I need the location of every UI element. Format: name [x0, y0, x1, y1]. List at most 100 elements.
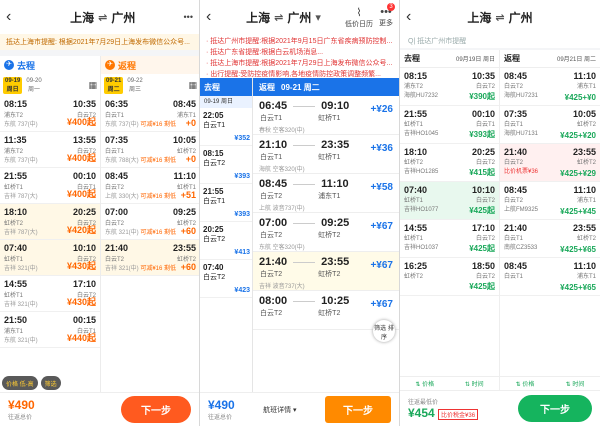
dep-time: 08:45 — [504, 185, 528, 195]
flight-info: 东航 空客320(中) — [259, 245, 305, 251]
outbound-flight-item[interactable]: 22:05 白云T1 ¥352 — [200, 108, 252, 146]
flight-price: ¥425+¥0 — [564, 93, 596, 102]
flight-row[interactable]: 21:40 23:55 白云T1 虹桥T2 南航CZ3533 ¥425+¥65 — [500, 220, 600, 258]
dep-airport: 白云T1 — [105, 149, 125, 155]
dep-time: 14:55 — [404, 223, 428, 233]
arr-airport: 白云T2 — [203, 160, 226, 167]
flight-row[interactable]: 11:35 13:55 浦东T2 白云T2 东航 737(中) ¥400起 — [0, 132, 100, 168]
flight-row[interactable]: 08:45 11:10 白云T1 浦东T1 ¥425+¥65 — [500, 258, 600, 296]
arr-time: 23:55 — [172, 243, 196, 253]
swap-icon[interactable]: ⇌ — [98, 11, 107, 24]
route-title[interactable]: 上海 ⇌ 广州 ▾ — [246, 9, 321, 26]
flight-airports: 虹桥T1 白云T2 — [404, 195, 495, 204]
flight-info: 春秋 空客320(中) — [259, 128, 305, 134]
return-date[interactable]: 09月21日 周二 — [557, 54, 596, 63]
sort-filter-button[interactable]: 筛选 排序 — [373, 320, 395, 342]
flight-row[interactable]: 08:45 11:10 白云T2 浦东T1 上航FM9325 ¥425+¥45 — [500, 182, 600, 220]
date-chip[interactable]: 09-22 周三 — [125, 77, 144, 94]
outbound-date[interactable]: 09月19日 周日 — [456, 54, 495, 63]
arr-time: 10:35 — [471, 71, 495, 81]
next-button[interactable]: 下一步 — [121, 396, 191, 423]
flight-row[interactable]: 18:10 20:25 虹桥T2 白云T2 吉祥HO1285 ¥415起 — [400, 144, 499, 182]
flight-row[interactable]: 21:40 23:55 白云T2 虹桥T2 比价机票¥36 ¥425+¥29 — [500, 144, 600, 182]
filter-button[interactable]: 筛选 — [40, 376, 61, 390]
outbound-flight-item[interactable]: 08:15 白云T2 ¥393 — [200, 146, 252, 184]
flight-row[interactable]: 21:40 23:55 白云T2 虹桥T2 吉祥 321(中) 可减¥16 剩低 +60 — [101, 240, 199, 276]
outbound-flight-item[interactable]: 21:55 白云T1 ¥393 — [200, 184, 252, 222]
sort-price-button[interactable]: 价格 低-高 — [2, 376, 38, 390]
dep-airport: 虹桥T2 — [4, 221, 24, 227]
sort-price-button[interactable]: ⇅ 价格 — [415, 379, 434, 388]
back-icon[interactable]: ‹ — [6, 8, 22, 26]
back-icon[interactable]: ‹ — [206, 8, 222, 26]
flight-row[interactable]: 07:35 10:05 白云T1 虹桥T2 海航HU7131 ¥425+¥20 — [500, 106, 600, 144]
more-icon[interactable]: ••• — [184, 12, 193, 22]
flight-row[interactable]: 14:55 17:10 虹桥T1 白云T2 吉祥 321(中) ¥430起 — [0, 276, 100, 312]
flight-row[interactable]: 21:55 00:10 虹桥T1 白云T1 吉祥 787(大) ¥400起 — [0, 168, 100, 204]
arr-time: 11:10 — [573, 185, 596, 195]
next-button[interactable]: 下一步 — [518, 395, 592, 422]
flight-row[interactable]: 07:00 09:25 白云T2 虹桥T2 东航 321(中) 可减¥16 剩低 +60 — [101, 204, 199, 240]
flight-row[interactable]: 08:15 10:35 浦东T2 白云T2 海航HU7232 ¥390起 — [400, 68, 499, 106]
flight-row[interactable]: 18:10 20:25 虹桥T2 白云T2 吉祥 787(大) ¥420起 — [0, 204, 100, 240]
notice-list[interactable]: · 抵达广州市提醒:根据2021年9月15日广东省疾病预防控制... · 抵达广东… — [200, 34, 399, 82]
arr-time: 23:55 — [572, 147, 596, 157]
header: ‹ 上海 ⇌ 广州 ▾ ⌇ 低价日历 ••• 更多 3 — [200, 0, 399, 34]
arr-airport: 白云T2 — [475, 84, 495, 90]
discount-tag: 可减¥16 — [140, 266, 165, 272]
notice-item[interactable]: · 抵达广州市提醒:根据2021年9月15日广东省疾病预防控制... — [206, 36, 393, 47]
flight-row[interactable]: 14:55 17:10 虹桥T1 白云T2 吉祥HO1037 ¥425起 — [400, 220, 499, 258]
flight-row[interactable]: 08:45 11:10 白云T2 虹桥T1 上航 330(大) 可减¥16 剩低 +51 — [101, 168, 199, 204]
flight-row[interactable]: 08:15 10:35 浦东T2 白云T2 东航 737(中) ¥400起 — [0, 96, 100, 132]
date-chip[interactable]: 09-21 周二 — [104, 76, 124, 94]
dep-time: 21:55 — [404, 109, 428, 119]
return-flight-row[interactable]: 21:40 23:55 白云T2 虹桥T2 吉祥 波音737(大) +¥67 — [253, 252, 399, 291]
date-chip[interactable]: 09-20 周一 — [24, 77, 43, 94]
flight-row[interactable]: 21:50 00:15 浦东T1 白云T1 东航 321(中) ¥440起 — [0, 312, 100, 348]
arr-time: 08:45 — [172, 99, 196, 109]
next-button[interactable]: 下一步 — [324, 396, 391, 423]
return-flight-row[interactable]: 06:45 09:10 白云T1 虹桥T1 春秋 空客320(中) +¥26 — [253, 96, 399, 135]
chevron-down-icon: ▾ — [315, 11, 321, 24]
date-chip[interactable]: 09-19 周日 — [3, 76, 23, 94]
calendar-icon[interactable]: ▦ — [88, 80, 97, 91]
outbound-label: 去程 — [17, 60, 36, 71]
flight-times: 08:45 11:10 — [105, 171, 196, 181]
flight-row[interactable]: 06:35 08:45 白云T1 浦东T1 东航 737(中) 可减¥16 剩低 +0 — [101, 96, 199, 132]
low-price-calendar-button[interactable]: ⌇ 低价日历 — [345, 6, 373, 29]
outbound-flight-item[interactable]: 20:25 白云T2 ¥413 — [200, 222, 252, 260]
sort-time-button[interactable]: ⇅ 时间 — [566, 379, 585, 388]
flight-row[interactable]: 07:35 10:05 白云T1 虹桥T2 东航 788(大) 可减¥16 剩低 +0 — [101, 132, 199, 168]
dep-time: 18:10 — [404, 147, 428, 157]
notice-bar[interactable]: 抵达上海市提醒: 根据2021年7月29日上海发布微信公众号... — [0, 34, 199, 50]
notice-item[interactable]: · 抵达上海市提醒:根据2021年7月29日上海发布微信公众号... — [206, 58, 393, 69]
swap-icon[interactable]: ⇌ — [495, 11, 504, 24]
dep-airport: 白云T2 — [260, 232, 283, 239]
calendar-icon[interactable]: ▦ — [188, 80, 197, 91]
sort-price-button[interactable]: ⇅ 价格 — [516, 379, 535, 388]
flight-row[interactable]: 07:40 10:10 虹桥T1 白云T2 吉祥HO1077 ¥425起 — [400, 182, 499, 220]
flight-times: 21:40 23:55 — [504, 223, 596, 233]
notice-item[interactable]: · 抵达广东省提醒:根据白云机场消息... — [206, 47, 393, 58]
seat-tag: 剩低 — [164, 122, 177, 128]
arr-airport: 虹桥T2 — [318, 232, 341, 239]
flight-row[interactable]: 16:25 18:50 虹桥T2 白云T2 ¥425起 — [400, 258, 499, 296]
flight-row[interactable]: 21:55 00:10 虹桥T1 白云T1 吉祥HO1045 ¥393起 — [400, 106, 499, 144]
flight-times: 16:25 18:50 — [404, 261, 495, 271]
sort-time-button[interactable]: ⇅ 时间 — [465, 379, 484, 388]
flight-times: 14:55 17:10 — [4, 279, 96, 289]
flight-row[interactable]: 07:40 10:10 虹桥T1 白云T2 吉祥 321(中) ¥430起 — [0, 240, 100, 276]
back-icon[interactable]: ‹ — [406, 8, 422, 26]
outbound-flight-item[interactable]: 07:40 白云T2 ¥423 — [200, 260, 252, 298]
header: ‹ 上海 ⇌ 广州 ••• — [0, 0, 199, 34]
flight-info: 上航 波音737(中) — [259, 206, 305, 212]
flight-row[interactable]: 08:45 11:10 白云T2 浦东T1 海航HU7231 ¥425+¥0 — [500, 68, 600, 106]
swap-icon[interactable]: ⇌ — [274, 11, 283, 24]
notice-search[interactable]: Q| 抵达广州市提醒 — [400, 34, 600, 48]
flight-detail-button[interactable]: 航班详情 ▾ — [263, 405, 296, 415]
return-date: 09-21 周二 — [281, 83, 320, 92]
return-flight-row[interactable]: 08:45 11:10 白云T2 浦东T1 上航 波音737(中) +¥58 — [253, 174, 399, 213]
return-flight-row[interactable]: 21:10 23:35 白云T1 虹桥T1 海航 空客320(中) +¥36 — [253, 135, 399, 174]
return-flight-row[interactable]: 07:00 09:25 白云T2 虹桥T2 东航 空客320(中) +¥67 — [253, 213, 399, 252]
total-price: ¥490 往返总价 — [8, 398, 35, 421]
